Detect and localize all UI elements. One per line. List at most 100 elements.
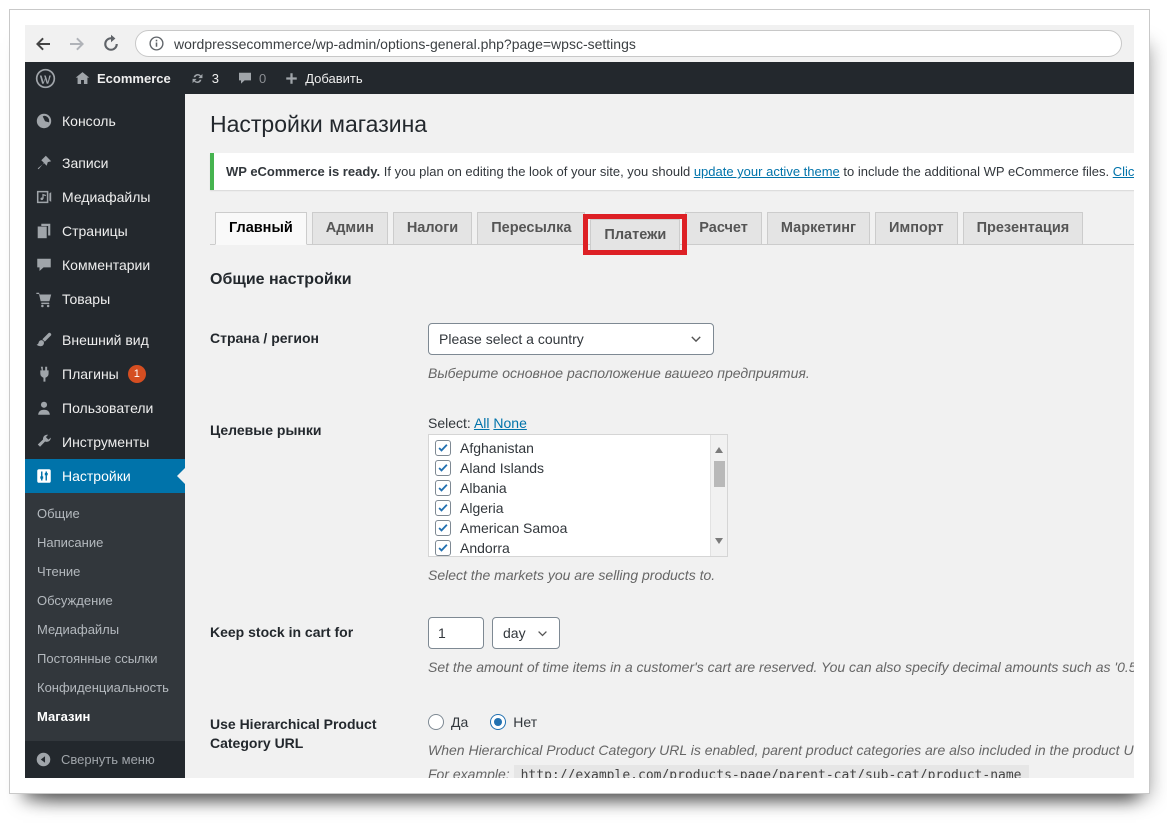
example-url-code: http://example.com/products-page/parent-… <box>513 765 1029 778</box>
country-option[interactable]: American Samoa <box>435 518 727 538</box>
cart-icon <box>36 292 52 307</box>
radio-option-no[interactable]: Нет <box>490 714 537 730</box>
sidebar-item-users[interactable]: Пользователи <box>25 391 185 425</box>
country-option[interactable]: Aland Islands <box>435 458 727 478</box>
sidebar-item-tools[interactable]: Инструменты <box>25 425 185 459</box>
stock-help: Set the amount of time items in a custom… <box>428 659 1134 675</box>
scrollbar-thumb[interactable] <box>713 461 725 487</box>
tab-payments[interactable]: Платежи <box>590 219 681 252</box>
back-button[interactable] <box>33 34 53 54</box>
country-label: Страна / регион <box>210 330 319 346</box>
country-option[interactable]: Andorra <box>435 538 727 556</box>
sidebar-item-label: Инструменты <box>62 434 150 450</box>
updates-icon <box>192 73 203 83</box>
reload-button[interactable] <box>101 34 121 54</box>
wordpress-logo-icon[interactable] <box>35 68 56 89</box>
submenu-item-general[interactable]: Общие <box>25 499 185 528</box>
sidebar-item-label: Пользователи <box>62 400 154 416</box>
tab-checkout[interactable]: Расчет <box>685 212 762 245</box>
tab-admin[interactable]: Админ <box>311 212 388 245</box>
notice-text: to include the additional WP eCommerce f… <box>839 164 1113 179</box>
checkbox-checked[interactable] <box>435 460 451 476</box>
submenu-item-discussion[interactable]: Обсуждение <box>25 586 185 615</box>
sidebar-item-pages[interactable]: Страницы <box>25 214 185 248</box>
country-option-label: American Samoa <box>460 520 568 536</box>
submenu-item-reading[interactable]: Чтение <box>25 557 185 586</box>
submenu-item-media[interactable]: Медиафайлы <box>25 615 185 644</box>
sidebar-item-dashboard[interactable]: Консоль <box>25 104 185 138</box>
chevron-down-icon <box>538 630 547 636</box>
update-theme-link[interactable]: update your active theme <box>694 164 840 179</box>
sidebar-item-products[interactable]: Товары <box>25 282 185 316</box>
click-link[interactable]: Click <box>1113 164 1134 179</box>
form-row-hierarchical: Use Hierarchical Product Category URL Да… <box>210 709 1134 778</box>
settings-submenu: Общие Написание Чтение Обсуждение Медиаф… <box>25 493 185 741</box>
tab-taxes[interactable]: Налоги <box>392 212 473 245</box>
wrench-icon <box>37 434 51 447</box>
sidebar-item-label: Внешний вид <box>62 332 149 348</box>
radio-option-yes[interactable]: Да <box>428 714 468 730</box>
tab-shipping[interactable]: Пересылка <box>477 212 586 245</box>
country-option[interactable]: Albania <box>435 478 727 498</box>
hierarchical-example: For example: http://example.com/products… <box>428 765 1134 778</box>
sidebar-item-plugins[interactable]: Плагины 1 <box>25 357 185 391</box>
checkbox-checked[interactable] <box>435 480 451 496</box>
tab-import[interactable]: Импорт <box>875 212 958 245</box>
select-none-link[interactable]: None <box>493 415 526 431</box>
submenu-item-writing[interactable]: Написание <box>25 528 185 557</box>
country-option[interactable]: Afghanistan <box>435 438 727 458</box>
sidebar-item-settings[interactable]: Настройки <box>25 459 185 493</box>
add-new-label: Добавить <box>305 70 363 86</box>
sidebar-separator <box>25 316 185 324</box>
sidebar-item-label: Записи <box>62 154 109 171</box>
notice-text: If you plan on editing the look of your … <box>380 164 694 179</box>
submenu-item-permalinks[interactable]: Постоянные ссылки <box>25 644 185 673</box>
scroll-up-arrow[interactable] <box>715 443 723 453</box>
media-icon <box>36 190 52 203</box>
sidebar-item-media[interactable]: Медиафайлы <box>25 180 185 214</box>
radio-unchecked[interactable] <box>428 714 444 730</box>
collapse-menu-button[interactable]: Свернуть меню <box>25 741 185 778</box>
settings-page: Настройки магазина WP eCommerce is ready… <box>185 94 1134 778</box>
listbox-scrollbar[interactable] <box>710 435 727 556</box>
forward-button[interactable] <box>67 34 87 54</box>
adminbar-updates[interactable]: 3 <box>189 70 219 87</box>
checkbox-checked[interactable] <box>435 500 451 516</box>
stock-unit-select[interactable]: day <box>492 617 560 649</box>
stock-amount-input[interactable] <box>428 617 484 649</box>
sidebar-item-label: Комментарии <box>62 256 151 273</box>
radio-checked[interactable] <box>490 714 507 730</box>
checkbox-checked[interactable] <box>435 540 451 556</box>
checkbox-checked[interactable] <box>435 520 451 536</box>
sidebar-item-appearance[interactable]: Внешний вид <box>25 323 185 357</box>
address-bar[interactable]: wordpressecommerce/wp-admin/options-gene… <box>135 30 1122 57</box>
country-select[interactable]: Please select a country <box>428 323 714 355</box>
sidebar-item-posts[interactable]: Записи <box>25 146 185 180</box>
adminbar-comments[interactable]: 0 <box>237 70 266 86</box>
country-option[interactable]: Algeria <box>435 498 727 518</box>
comment-icon <box>238 72 251 84</box>
admin-main: Консоль Записи Медиафайлы Страницы Комме… <box>25 94 1134 778</box>
hierarchical-radio-group: Да Нет <box>428 709 1134 730</box>
tab-general[interactable]: Главный <box>215 212 307 245</box>
scroll-down-arrow[interactable] <box>715 538 723 548</box>
submenu-item-store[interactable]: Магазин <box>25 702 185 731</box>
sidebar-separator <box>25 138 185 146</box>
select-all-link[interactable]: All <box>474 415 490 431</box>
info-icon[interactable] <box>148 35 165 52</box>
comments-count: 0 <box>258 70 267 86</box>
select-prefix: Select: <box>428 415 471 431</box>
radio-label: Да <box>451 714 469 730</box>
notice-banner: WP eCommerce is ready. If you plan on ed… <box>210 153 1134 190</box>
tab-presentation[interactable]: Презентация <box>962 212 1084 245</box>
sidebar-item-comments[interactable]: Комментарии <box>25 248 185 282</box>
comments-icon <box>37 258 51 271</box>
submenu-item-privacy[interactable]: Конфиденциальность <box>25 673 185 702</box>
section-title: Общие настройки <box>210 271 352 288</box>
adminbar-site-link[interactable]: Ecommerce <box>74 70 171 87</box>
tab-marketing[interactable]: Маркетинг <box>766 212 871 245</box>
adminbar-add-new[interactable]: Добавить <box>284 70 363 86</box>
markets-listbox[interactable]: Afghanistan Aland Islands Albania Algeri… <box>428 434 728 557</box>
updates-count: 3 <box>211 70 219 86</box>
checkbox-checked[interactable] <box>435 440 451 456</box>
